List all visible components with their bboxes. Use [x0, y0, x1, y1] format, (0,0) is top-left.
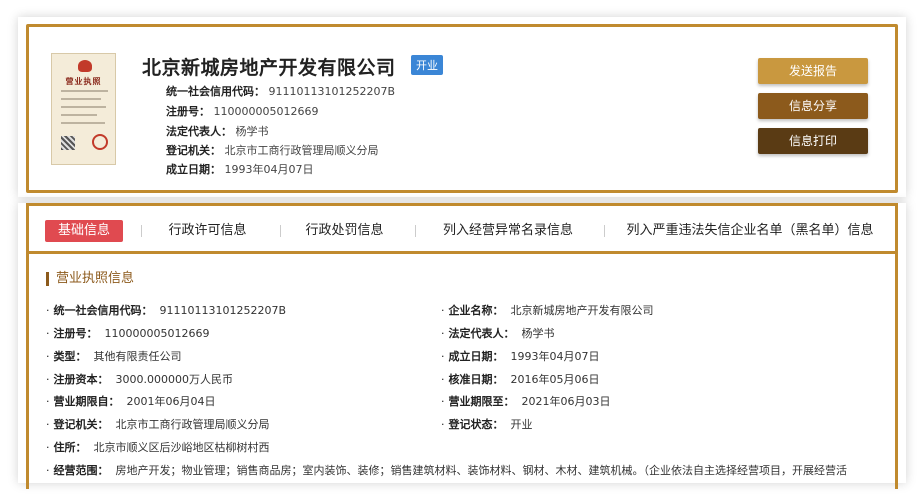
info-value: 北京市工商行政管理局顺义分局 [224, 144, 379, 157]
header-info-credit-code: 统一社会信用代码： 91110113101252207B [166, 83, 395, 99]
field-label: 注册资本： [53, 373, 109, 386]
field-value: 北京新城房地产开发有限公司 [510, 304, 654, 317]
field-value: 2001年06月04日 [126, 395, 216, 408]
qr-code-icon [61, 136, 75, 150]
info-label: 注册号： [166, 105, 210, 118]
field-legal-rep: · 法定代表人： 杨学书 [441, 327, 555, 340]
info-value: 110000005012669 [213, 105, 319, 118]
license-text-line [61, 90, 108, 92]
field-value: 110000005012669 [104, 327, 210, 340]
tab-divider [604, 225, 605, 237]
field-value: 北京市顺义区后沙峪地区枯柳树村西 [93, 441, 270, 454]
header-info-established: 成立日期： 1993年04月07日 [166, 161, 314, 177]
license-text-line [61, 106, 106, 108]
info-value: 1993年04月07日 [224, 163, 314, 176]
field-label: 成立日期： [448, 350, 504, 363]
field-established: · 成立日期： 1993年04月07日 [441, 350, 600, 363]
tab-divider [415, 225, 416, 237]
national-emblem-icon [78, 60, 92, 72]
field-business-scope: · 经营范围： 房地产开发；物业管理；销售商品房；室内装饰、装修；销售建筑材料、装… [46, 464, 848, 477]
company-header-card: 营业执照 北京新城房地产开发有限公司 开业 统一社会信用代码： 91110113… [18, 17, 906, 197]
info-label: 法定代表人： [166, 125, 232, 138]
field-value: 其他有限责任公司 [93, 350, 182, 363]
field-reg-number: · 注册号： 110000005012669 [46, 327, 210, 340]
tab-basic-info[interactable]: 基础信息 [45, 220, 123, 242]
field-reg-status: · 登记状态： 开业 [441, 418, 533, 431]
info-value: 91110113101252207B [268, 85, 396, 98]
tab-divider [141, 225, 142, 237]
license-title: 营业执照 [65, 77, 102, 86]
field-term-end: · 营业期限至： 2021年06月03日 [441, 395, 611, 408]
field-value: 北京市工商行政管理局顺义分局 [115, 418, 270, 431]
field-value: 房地产开发；物业管理；销售商品房；室内装饰、装修；销售建筑材料、装饰材料、钢材、… [115, 464, 848, 477]
tab-blacklist[interactable]: 列入严重违法失信企业名单（黑名单）信息 [615, 220, 885, 242]
field-value: 91110113101252207B [159, 304, 287, 317]
share-info-button[interactable]: 信息分享 [758, 93, 868, 119]
field-type: · 类型： 其他有限责任公司 [46, 350, 182, 363]
official-seal-icon [92, 134, 108, 150]
field-value: 1993年04月07日 [510, 350, 600, 363]
field-label: 法定代表人： [448, 327, 515, 340]
field-authority: · 登记机关： 北京市工商行政管理局顺义分局 [46, 418, 270, 431]
tab-abnormal-operations[interactable]: 列入经营异常名录信息 [429, 220, 587, 242]
status-badge: 开业 [411, 55, 443, 75]
section-title: 营业执照信息 [46, 272, 134, 286]
license-text-line [61, 114, 97, 116]
field-value: 开业 [510, 418, 533, 431]
header-info-reg-number: 注册号： 110000005012669 [166, 103, 318, 119]
field-value: 2021年06月03日 [521, 395, 611, 408]
field-label: 类型： [53, 350, 87, 363]
field-value: 3000.000000万人民币 [115, 373, 233, 386]
field-label: 注册号： [53, 327, 98, 340]
print-info-button[interactable]: 信息打印 [758, 128, 868, 154]
info-label: 成立日期： [166, 163, 221, 176]
field-company-name: · 企业名称： 北京新城房地产开发有限公司 [441, 304, 654, 317]
field-label: 住所： [53, 441, 87, 454]
field-label: 企业名称： [448, 304, 504, 317]
field-label: 营业期限自： [53, 395, 120, 408]
header-info-authority: 登记机关： 北京市工商行政管理局顺义分局 [166, 142, 379, 158]
field-label: 经营范围： [53, 464, 109, 477]
field-label: 核准日期： [448, 373, 504, 386]
field-credit-code: · 统一社会信用代码： 91110113101252207B [46, 304, 287, 317]
info-label: 登记机关： [166, 144, 221, 157]
license-text-line [61, 122, 105, 124]
tab-bar: 基础信息 行政许可信息 行政处罚信息 列入经营异常名录信息 列入严重违法失信企业… [29, 218, 895, 248]
field-label: 登记机关： [53, 418, 109, 431]
tab-admin-license[interactable]: 行政许可信息 [155, 220, 260, 242]
info-label: 统一社会信用代码： [166, 85, 265, 98]
field-capital: · 注册资本： 3000.000000万人民币 [46, 373, 233, 386]
field-value: 2016年05月06日 [510, 373, 600, 386]
field-term-start: · 营业期限自： 2001年06月04日 [46, 395, 216, 408]
license-text-line [61, 98, 101, 100]
field-approval-date: · 核准日期： 2016年05月06日 [441, 373, 600, 386]
field-label: 营业期限至： [448, 395, 515, 408]
info-value: 杨学书 [235, 125, 269, 138]
tab-divider [280, 225, 281, 237]
send-report-button[interactable]: 发送报告 [758, 58, 868, 84]
header-info-legal-rep: 法定代表人： 杨学书 [166, 123, 269, 139]
field-address: · 住所： 北京市顺义区后沙峪地区枯柳树村西 [46, 441, 270, 454]
field-label: 统一社会信用代码： [53, 304, 153, 317]
license-details-card: 基础信息 行政许可信息 行政处罚信息 列入经营异常名录信息 列入严重违法失信企业… [18, 203, 906, 489]
field-label: 登记状态： [448, 418, 504, 431]
field-value: 杨学书 [521, 327, 555, 340]
business-license-thumbnail[interactable]: 营业执照 [51, 53, 116, 165]
company-name: 北京新城房地产开发有限公司 [142, 57, 396, 79]
tab-underline [26, 251, 898, 254]
tab-admin-penalty[interactable]: 行政处罚信息 [292, 220, 397, 242]
